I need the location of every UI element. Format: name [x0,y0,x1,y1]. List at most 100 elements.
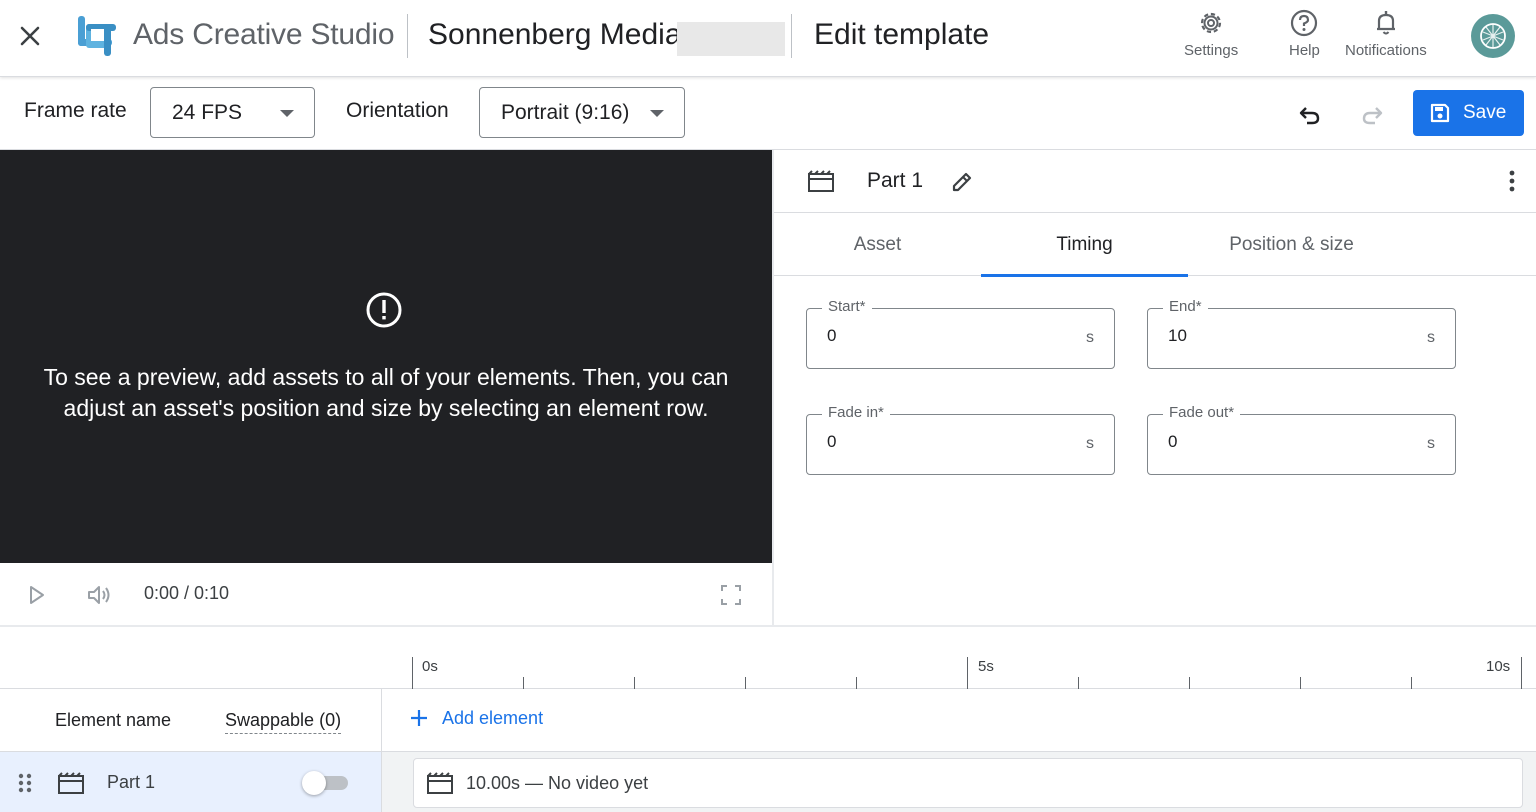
fade-in-field: Fade in* s [806,404,1115,475]
tab-timing[interactable]: Timing [981,213,1188,277]
fade-in-input[interactable] [827,432,1047,452]
alert-circle-icon [366,292,402,328]
ruler-minor-tick [523,677,524,689]
end-field: End* s [1147,298,1456,369]
ruler-minor-tick [745,677,746,689]
ruler-major-tick [967,657,968,689]
fade-out-label: Fade out* [1163,404,1241,421]
divider [407,14,408,58]
ruler-minor-tick [856,677,857,689]
swappable-toggle[interactable] [302,771,350,795]
clapperboard-icon [808,170,834,192]
clapperboard-icon [427,772,453,794]
fade-out-field: Fade out* s [1147,404,1456,475]
ads-creative-studio-logo [74,14,120,58]
tab-asset[interactable]: Asset [774,213,981,276]
timeline-clip[interactable]: 10.00s — No video yet [413,758,1523,808]
swappable-header[interactable]: Swappable (0) [225,710,342,734]
timeline-ruler[interactable]: 0s 5s 10s [0,627,1536,689]
edit-name-button[interactable] [946,166,978,198]
volume-icon [88,586,110,604]
end-label: End* [1163,298,1208,315]
ruler-major-tick [1521,657,1522,689]
fade-in-unit: s [1086,435,1094,452]
frame-rate-label: Frame rate [24,99,127,122]
page-title: Edit template [814,18,990,51]
element-track: 10.00s — No video yet [382,752,1536,812]
orientation-value: Portrait (9:16) [501,100,630,124]
more-vert-icon [1509,170,1515,192]
start-label: Start* [822,298,872,315]
gear-icon [1200,12,1222,34]
element-name: Part 1 [867,169,924,192]
play-button[interactable] [24,583,50,607]
redo-button[interactable] [1354,96,1390,132]
fade-out-input[interactable] [1168,432,1388,452]
divider [791,14,792,58]
drag-handle-icon[interactable] [16,772,34,794]
element-panel-header: Part 1 [774,150,1536,213]
frame-rate-select[interactable]: 24 FPS [150,87,315,138]
account-name: Sonnenberg Media [428,18,682,51]
frame-rate-value: 24 FPS [172,100,243,124]
undo-button[interactable] [1292,96,1328,132]
ruler-label-0s: 0s [422,658,438,675]
fade-in-label: Fade in* [822,404,890,421]
save-button[interactable]: Save [1413,90,1524,136]
playback-time: 0:00 / 0:10 [144,583,230,603]
volume-button[interactable] [84,581,114,609]
end-input[interactable] [1168,326,1388,346]
ruler-minor-tick [1300,677,1301,689]
more-options-button[interactable] [1502,167,1522,195]
orientation-select[interactable]: Portrait (9:16) [479,87,685,138]
pencil-icon [952,172,972,192]
settings-button[interactable]: Settings [1184,8,1238,59]
clip-label: 10.00s — No video yet [466,772,649,793]
preview-message: To see a preview, add assets to all of y… [43,364,729,421]
notifications-label: Notifications [1345,42,1427,59]
globe-icon [1480,23,1506,49]
end-unit: s [1427,329,1435,346]
chevron-down-icon [650,110,664,117]
help-label: Help [1289,42,1320,59]
start-input[interactable] [827,326,1047,346]
tab-position-size[interactable]: Position & size [1188,213,1395,276]
ruler-minor-tick [1078,677,1079,689]
start-unit: s [1086,329,1094,346]
ruler-minor-tick [1189,677,1190,689]
settings-label: Settings [1184,42,1239,59]
save-label: Save [1463,102,1507,123]
chevron-down-icon [280,110,294,117]
ruler-minor-tick [634,677,635,689]
help-button[interactable]: Help [1289,8,1320,59]
avatar[interactable] [1471,14,1515,58]
undo-icon [1299,107,1320,125]
fade-out-unit: s [1427,435,1435,452]
plus-icon [411,710,427,726]
ruler-label-10s: 10s [1486,658,1511,675]
clapperboard-icon [58,772,84,794]
element-name-header: Element name [55,710,172,730]
fullscreen-button[interactable] [718,582,744,608]
add-element-button[interactable]: Add element [408,707,543,729]
redo-icon [1362,107,1383,125]
element-row[interactable]: Part 1 [0,752,381,812]
bell-icon [1376,11,1395,35]
app-title: Ads Creative Studio [133,18,395,51]
player-controls: 0:00 / 0:10 [0,563,772,626]
floppy-disk-icon [1430,103,1450,123]
play-icon [30,586,44,604]
toggle-knob [302,771,326,795]
start-field: Start* s [806,298,1115,369]
top-app-bar: Ads Creative Studio Sonnenberg Media Edi… [0,0,1536,77]
elements-header: Element name Swappable (0) Add element [0,689,1536,752]
add-element-label: Add element [442,707,544,728]
ruler-minor-tick [1411,677,1412,689]
element-row-name: Part 1 [107,772,156,792]
video-preview: To see a preview, add assets to all of y… [0,150,772,563]
close-icon[interactable] [14,20,46,52]
help-circle-icon [1291,9,1318,37]
ruler-label-5s: 5s [978,658,994,675]
ruler-major-tick [412,657,413,689]
notifications-button[interactable]: Notifications [1345,8,1427,59]
